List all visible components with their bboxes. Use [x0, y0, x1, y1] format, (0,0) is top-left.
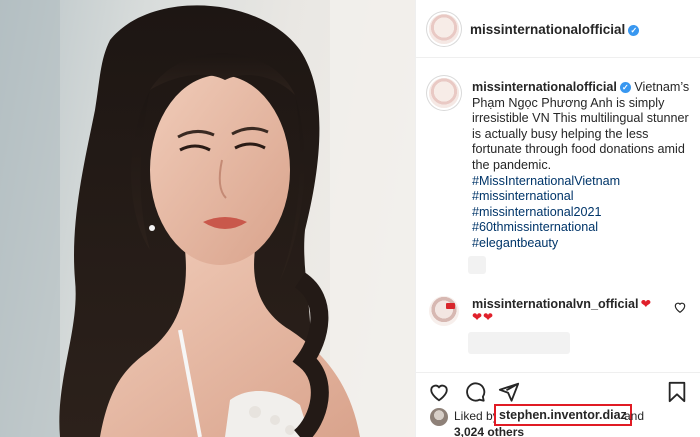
post-photo[interactable] — [0, 0, 415, 437]
portrait-image — [0, 0, 415, 437]
caption-verified-badge-icon: ✓ — [619, 82, 631, 93]
commenter-username[interactable]: missinternationalvn_official ❤ — [472, 296, 651, 311]
header-username[interactable]: missinternationalofficial ✓ — [470, 22, 640, 37]
likes-and-label: and — [624, 409, 645, 423]
vietnam-flag-icon — [446, 303, 455, 309]
highlighted-liker-username[interactable]: stephen.inventor.diaz — [494, 404, 632, 426]
post-side-panel: missinternationalofficial ✓ missinternati… — [415, 0, 700, 437]
commenter-avatar[interactable] — [429, 296, 459, 326]
commenter-username-text[interactable]: missinternationalvn_official — [472, 297, 639, 311]
comment-meta-blurred — [468, 332, 570, 354]
action-bar — [416, 372, 700, 408]
liked-by-label: Liked by — [454, 409, 499, 423]
heart-icon[interactable] — [428, 381, 450, 403]
liker-avatar[interactable] — [430, 408, 448, 426]
caption-text: missinternationalofficial ✓ Vietnam’s Phạ… — [472, 80, 694, 252]
likes-summary: Liked by stephen.inventor.diaz and 3,024… — [416, 404, 700, 437]
verified-badge-icon: ✓ — [628, 25, 640, 36]
hashtag-link[interactable]: #missinternational — [472, 189, 694, 205]
comment-icon[interactable] — [464, 381, 486, 403]
hashtag-link[interactable]: #elegantbeauty — [472, 236, 694, 252]
likes-count[interactable]: 3,024 others — [454, 425, 524, 437]
comment-hearts: ❤❤ — [472, 310, 495, 324]
caption-username[interactable]: missinternationalofficial — [472, 80, 617, 94]
post-header: missinternationalofficial ✓ — [416, 0, 700, 58]
comment-heart-emoji: ❤ — [640, 297, 652, 311]
bookmark-icon[interactable] — [666, 381, 688, 403]
account-avatar[interactable] — [429, 14, 459, 44]
caption-avatar[interactable] — [429, 78, 459, 108]
share-icon[interactable] — [498, 381, 520, 403]
caption-timestamp-blurred — [468, 256, 486, 274]
hashtag-link[interactable]: #60thmissinternational — [472, 220, 694, 236]
comment-like-heart-icon[interactable] — [673, 300, 687, 314]
hashtag-link[interactable]: #missinternational2021 — [472, 205, 694, 221]
header-username-text[interactable]: missinternationalofficial — [470, 22, 625, 37]
hashtag-link[interactable]: #MissInternationalVietnam — [472, 174, 694, 190]
